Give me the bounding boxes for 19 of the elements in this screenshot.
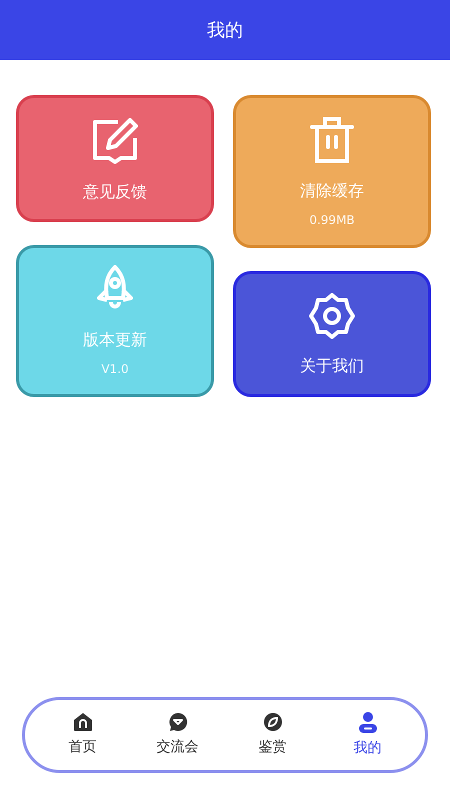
person-icon [358,711,378,733]
pencil-note-icon [90,116,140,166]
card-value: V1.0 [101,361,129,378]
trash-icon [309,114,355,164]
settings-icon [308,292,356,340]
nav-tab[interactable]: 交流会 [138,712,218,758]
nav-tab[interactable]: 首页 [42,712,122,758]
card-value: 0.99MB [309,212,355,228]
card-label: 关于我们 [300,356,364,376]
card-label: 版本更新 [83,330,147,350]
menu-card[interactable]: 关于我们 [233,271,431,397]
compass-icon [262,712,282,732]
card-label: 意见反馈 [83,182,147,202]
house-icon [72,712,92,732]
nav-tab[interactable]: 我的 [328,711,408,759]
nav-tab[interactable]: 鉴赏 [232,712,312,758]
chat-bubble-icon [168,712,188,732]
page-title: 我的 [207,18,243,42]
card-label: 清除缓存 [300,180,364,200]
